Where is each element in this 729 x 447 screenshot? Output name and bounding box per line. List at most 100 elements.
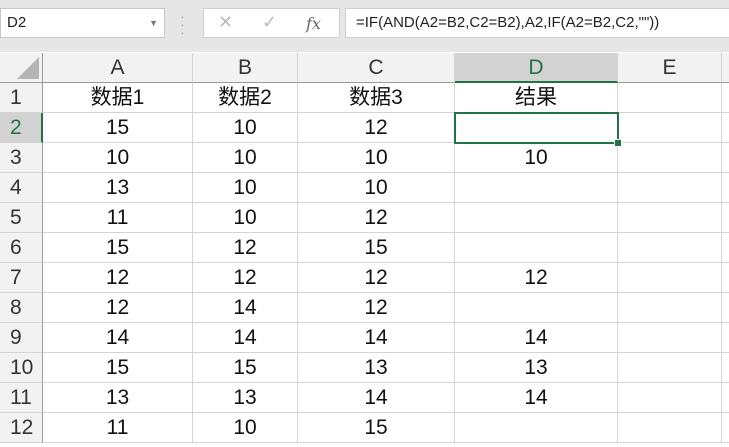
cell-b11[interactable]: 13 [193,383,298,413]
column-header-b[interactable]: B [193,53,298,83]
cell-e4[interactable] [618,173,722,203]
cell-d6[interactable] [455,233,618,263]
cell-partial [722,83,729,113]
cell-a3[interactable]: 10 [43,143,193,173]
cell-a11[interactable]: 13 [43,383,193,413]
cell-a8[interactable]: 12 [43,293,193,323]
cell-d3[interactable]: 10 [455,143,618,173]
cell-b1[interactable]: 数据2 [193,83,298,113]
row-header-10[interactable]: 10 [0,353,43,383]
cell-e11[interactable] [618,383,722,413]
cell-b3[interactable]: 10 [193,143,298,173]
cell-a10[interactable]: 15 [43,353,193,383]
row-header-9[interactable]: 9 [0,323,43,353]
row-header-6[interactable]: 6 [0,233,43,263]
cell-partial [722,143,729,173]
cell-a9[interactable]: 14 [43,323,193,353]
active-cell-d2[interactable] [454,112,619,144]
row-header-8[interactable]: 8 [0,293,43,323]
drag-handle-icon[interactable]: · · · [180,9,185,39]
cell-e8[interactable] [618,293,722,323]
name-box-value: D2 [7,14,27,31]
cancel-icon[interactable]: ✕ [218,12,233,33]
cell-e6[interactable] [618,233,722,263]
cell-c1[interactable]: 数据3 [298,83,455,113]
fill-handle[interactable] [614,139,622,147]
cell-a1[interactable]: 数据1 [43,83,193,113]
cell-partial [722,113,729,143]
cell-c9[interactable]: 14 [298,323,455,353]
insert-function-icon[interactable]: fx [306,14,321,33]
cell-b8[interactable]: 14 [193,293,298,323]
cell-e5[interactable] [618,203,722,233]
cell-d8[interactable] [455,293,618,323]
cell-c10[interactable]: 13 [298,353,455,383]
cell-partial [722,413,729,443]
cell-c11[interactable]: 14 [298,383,455,413]
cell-c8[interactable]: 12 [298,293,455,323]
cell-a6[interactable]: 15 [43,233,193,263]
cell-b9[interactable]: 14 [193,323,298,353]
row-header-12[interactable]: 12 [0,413,43,443]
cell-e7[interactable] [618,263,722,293]
cell-d9[interactable]: 14 [455,323,618,353]
cell-partial [722,323,729,353]
cell-b5[interactable]: 10 [193,203,298,233]
cell-e2[interactable] [618,113,722,143]
column-header-d[interactable]: D [455,53,618,83]
formula-buttons: ✕ ✓ fx [203,8,340,38]
cell-a5[interactable]: 11 [43,203,193,233]
column-header-c[interactable]: C [298,53,455,83]
row-header-7[interactable]: 7 [0,263,43,293]
chevron-down-icon[interactable]: ▼ [149,9,158,37]
cell-partial [722,293,729,323]
cell-b4[interactable]: 10 [193,173,298,203]
cell-e9[interactable] [618,323,722,353]
cell-partial [722,353,729,383]
select-all-button[interactable] [0,53,43,83]
cell-b6[interactable]: 12 [193,233,298,263]
row-header-3[interactable]: 3 [0,143,43,173]
column-header-e[interactable]: E [618,53,722,83]
cell-partial [722,173,729,203]
cell-c3[interactable]: 10 [298,143,455,173]
row-header-11[interactable]: 11 [0,383,43,413]
cell-partial [722,263,729,293]
cell-a12[interactable]: 11 [43,413,193,443]
cell-partial [722,233,729,263]
cell-b7[interactable]: 12 [193,263,298,293]
row-header-5[interactable]: 5 [0,203,43,233]
cell-c5[interactable]: 12 [298,203,455,233]
row-header-4[interactable]: 4 [0,173,43,203]
cell-e12[interactable] [618,413,722,443]
cell-d12[interactable] [455,413,618,443]
cell-d10[interactable]: 13 [455,353,618,383]
column-header-a[interactable]: A [43,53,193,83]
cell-d1[interactable]: 结果 [455,83,618,113]
cell-e3[interactable] [618,143,722,173]
name-box[interactable]: D2 ▼ [0,8,165,38]
formula-toolbar: D2 ▼ · · · ✕ ✓ fx =IF(AND(A2=B2,C2=B2),A2,I… [0,0,729,52]
cell-d4[interactable] [455,173,618,203]
column-header-partial [722,53,729,83]
cell-c6[interactable]: 15 [298,233,455,263]
enter-icon[interactable]: ✓ [262,12,277,33]
cell-b10[interactable]: 15 [193,353,298,383]
cell-b12[interactable]: 10 [193,413,298,443]
cell-e1[interactable] [618,83,722,113]
cell-c7[interactable]: 12 [298,263,455,293]
cell-d11[interactable]: 14 [455,383,618,413]
cell-c12[interactable]: 15 [298,413,455,443]
cell-a7[interactable]: 12 [43,263,193,293]
cell-e10[interactable] [618,353,722,383]
row-header-1[interactable]: 1 [0,83,43,113]
cell-d5[interactable] [455,203,618,233]
row-header-2[interactable]: 2 [0,113,43,143]
cell-a2[interactable]: 15 [43,113,193,143]
cell-d7[interactable]: 12 [455,263,618,293]
formula-input[interactable]: =IF(AND(A2=B2,C2=B2),A2,IF(A2=B2,C2,"")) [345,8,729,38]
cell-b2[interactable]: 10 [193,113,298,143]
cell-c4[interactable]: 10 [298,173,455,203]
cell-a4[interactable]: 13 [43,173,193,203]
cell-c2[interactable]: 12 [298,113,455,143]
